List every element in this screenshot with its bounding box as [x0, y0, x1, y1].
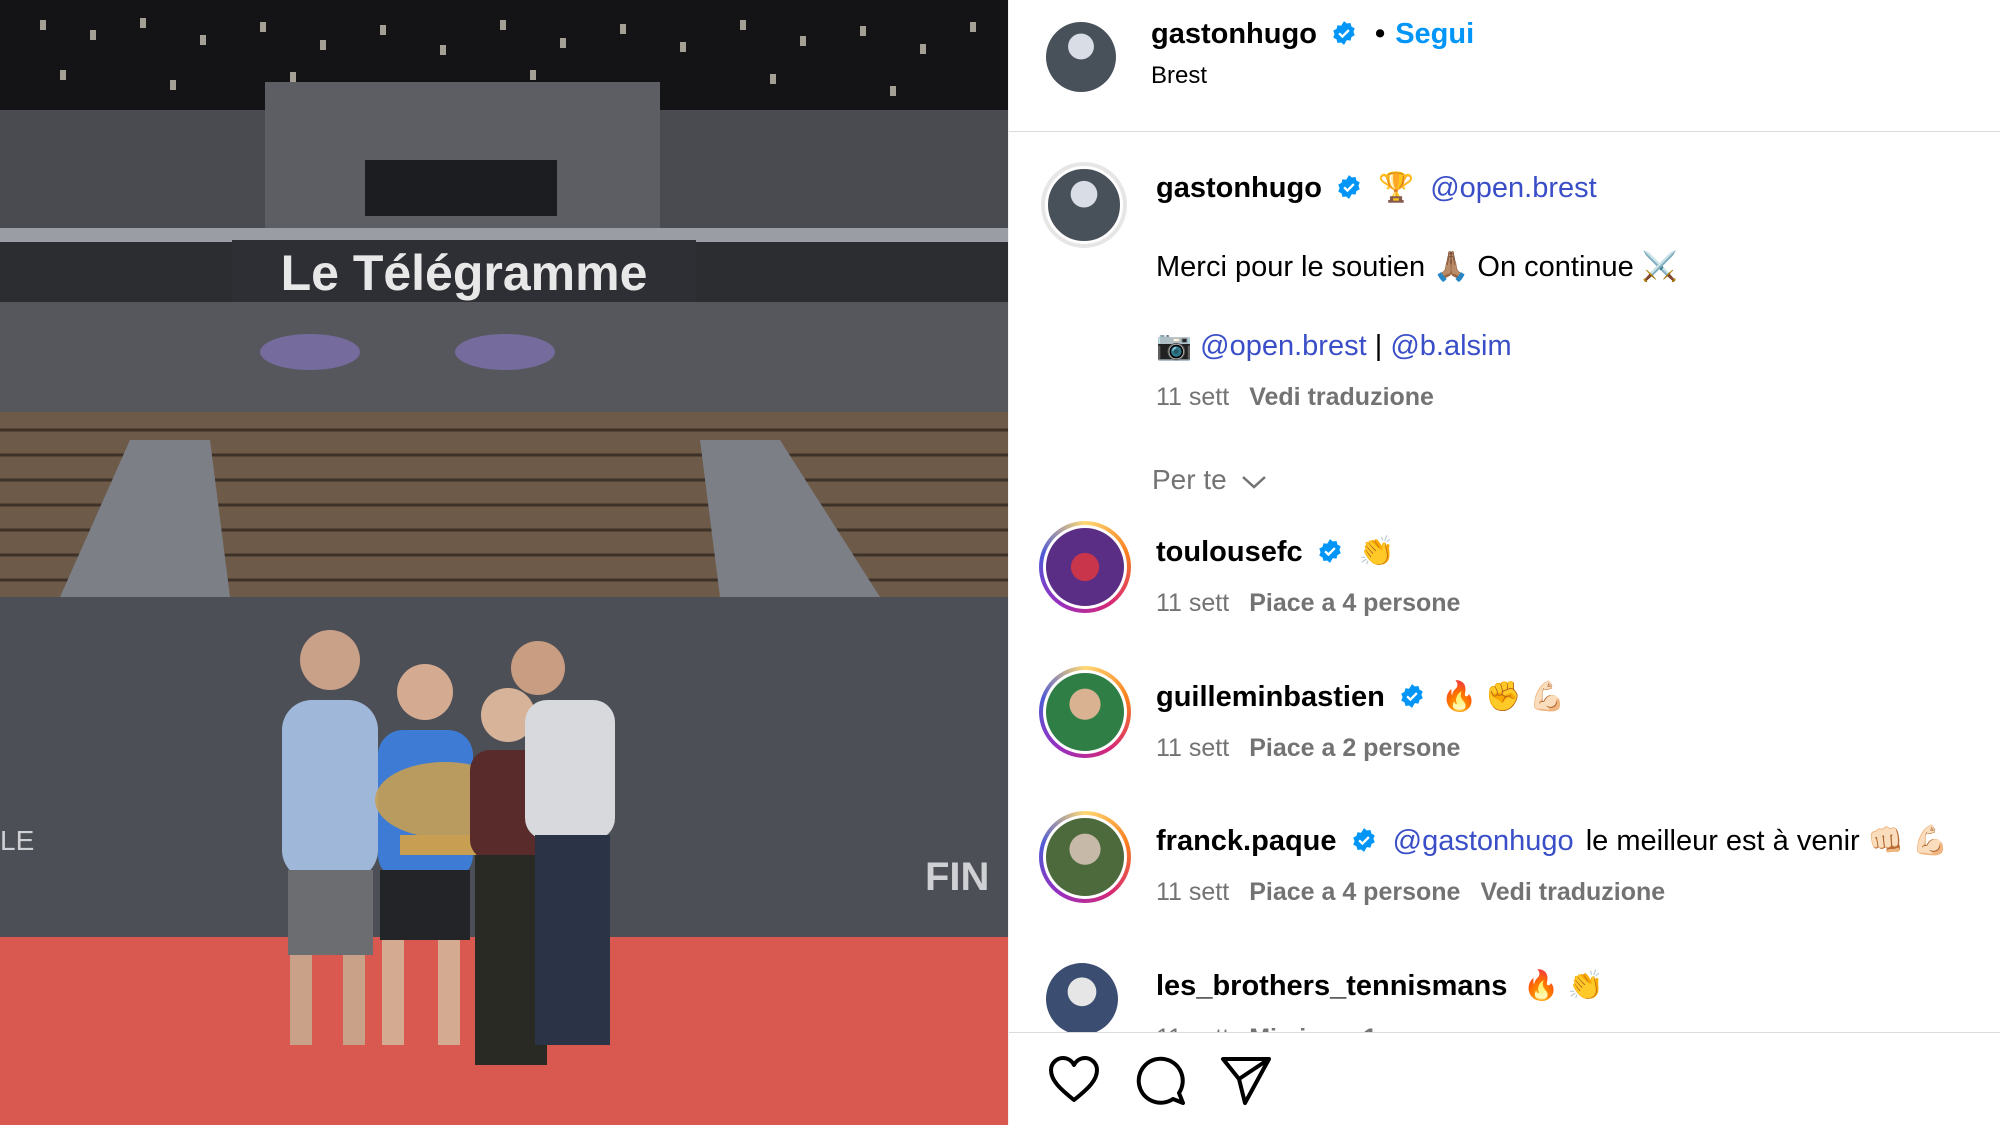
caption-mention-link[interactable]: @open.brest: [1430, 172, 1596, 204]
caption-text: Merci pour le soutien 🙏🏽 On continue ⚔️: [1156, 251, 1678, 283]
arena-photo-illustration: Le Télégramme FIN LE: [0, 0, 1008, 1125]
verified-badge-icon: [1333, 21, 1355, 45]
author-username[interactable]: gastonhugo: [1151, 18, 1317, 50]
caption-meta: 11 sett Vedi traduzione: [1156, 383, 1434, 412]
sort-label: Per te: [1152, 464, 1227, 495]
post-action-bar: [1009, 1032, 2000, 1126]
credit-mention-link-2[interactable]: @b.alsim: [1390, 330, 1511, 362]
header-separator: •: [1375, 18, 1386, 50]
svg-text:FIN: FIN: [925, 855, 989, 899]
comments-scroll-area[interactable]: gastonhugo 🏆 @open.brest Merci pour le s…: [1009, 131, 2000, 1032]
like-heart-icon[interactable]: [1047, 1055, 1101, 1105]
comment-mention-link[interactable]: @gastonhugo: [1393, 825, 1574, 857]
see-translation-button[interactable]: Vedi traduzione: [1249, 383, 1434, 411]
comment-meta: 11 sett Piace a 4 persone: [1156, 589, 1460, 618]
caption-time[interactable]: 11 sett: [1156, 383, 1229, 411]
comment-header: franck.paque @gastonhugo le meilleur est…: [1156, 824, 1948, 858]
author-username-row: gastonhugo • Segui: [1151, 18, 1474, 51]
post-side-panel: gastonhugo • Segui Brest gastonhugo 🏆 @op…: [1008, 0, 2000, 1126]
post-header: gastonhugo • Segui Brest: [1009, 0, 2000, 132]
commenter-username[interactable]: toulousefc: [1156, 536, 1303, 568]
comment-likes[interactable]: Piace a 4 persone: [1249, 589, 1460, 617]
verified-badge-icon: [1352, 828, 1375, 852]
post-location[interactable]: Brest: [1151, 62, 1207, 90]
verified-badge-icon: [1401, 684, 1423, 708]
comment-time[interactable]: 11 sett: [1156, 734, 1229, 762]
follow-button[interactable]: Segui: [1395, 18, 1474, 50]
verified-badge-icon: [1338, 175, 1360, 199]
trophy-emoji: 🏆: [1378, 172, 1415, 204]
comment-likes[interactable]: Piace a 2 persone: [1249, 734, 1460, 762]
svg-text:LE: LE: [0, 825, 34, 856]
comment-likes[interactable]: Mi piace: 1: [1249, 1024, 1377, 1032]
commenter-username[interactable]: guilleminbastien: [1156, 681, 1385, 713]
commenter-avatar[interactable]: [1039, 521, 1131, 613]
caption-credits: 📷 @open.brest | @b.alsim: [1156, 329, 1512, 363]
credit-separator: |: [1374, 330, 1383, 362]
commenter-username[interactable]: les_brothers_tennismans: [1156, 970, 1507, 1002]
comment-bubble-icon[interactable]: [1133, 1053, 1187, 1107]
caption-author-avatar[interactable]: [1041, 162, 1127, 248]
comment-time[interactable]: 11 sett: [1156, 878, 1229, 906]
comment-meta: 11 sett Piace a 4 persone Vedi traduzione: [1156, 878, 1665, 907]
comment-time[interactable]: 11 sett: [1156, 589, 1229, 617]
see-translation-button[interactable]: Vedi traduzione: [1480, 878, 1665, 906]
comment-likes[interactable]: Piace a 4 persone: [1249, 878, 1460, 906]
comment-text: 👏: [1358, 536, 1395, 568]
caption-header: gastonhugo 🏆 @open.brest: [1156, 171, 1597, 205]
commenter-username[interactable]: franck.paque: [1156, 825, 1337, 857]
author-avatar[interactable]: [1046, 22, 1116, 92]
commenter-avatar[interactable]: [1046, 963, 1118, 1032]
caption-username[interactable]: gastonhugo: [1156, 172, 1322, 204]
share-send-icon[interactable]: [1219, 1053, 1273, 1107]
comment-sort-dropdown[interactable]: Per te: [1152, 464, 1268, 496]
comment-text: le meilleur est à venir 👊🏻 💪🏻: [1585, 825, 1949, 857]
verified-badge-icon: [1318, 539, 1341, 563]
comment-header: les_brothers_tennismans 🔥 👏: [1156, 969, 1604, 1003]
banner-text: Le Télégramme: [281, 245, 648, 301]
comment-time[interactable]: 11 sett: [1156, 1024, 1229, 1032]
chevron-down-icon: [1242, 475, 1267, 489]
credit-mention-link[interactable]: @open.brest: [1200, 330, 1366, 362]
comment-meta: 11 sett Mi piace: 1: [1156, 1024, 1377, 1032]
comment-text: 🔥 ✊ 💪🏻: [1440, 681, 1566, 713]
commenter-avatar[interactable]: [1039, 666, 1131, 758]
comment-text: 🔥 👏: [1523, 970, 1604, 1002]
post-photo[interactable]: Le Télégramme FIN LE: [0, 0, 1008, 1125]
camera-emoji: 📷: [1156, 330, 1193, 362]
commenter-avatar[interactable]: [1039, 811, 1131, 903]
comment-meta: 11 sett Piace a 2 persone: [1156, 734, 1460, 763]
comment-header: toulousefc 👏: [1156, 535, 1395, 569]
comment-header: guilleminbastien 🔥 ✊ 💪🏻: [1156, 680, 1565, 714]
